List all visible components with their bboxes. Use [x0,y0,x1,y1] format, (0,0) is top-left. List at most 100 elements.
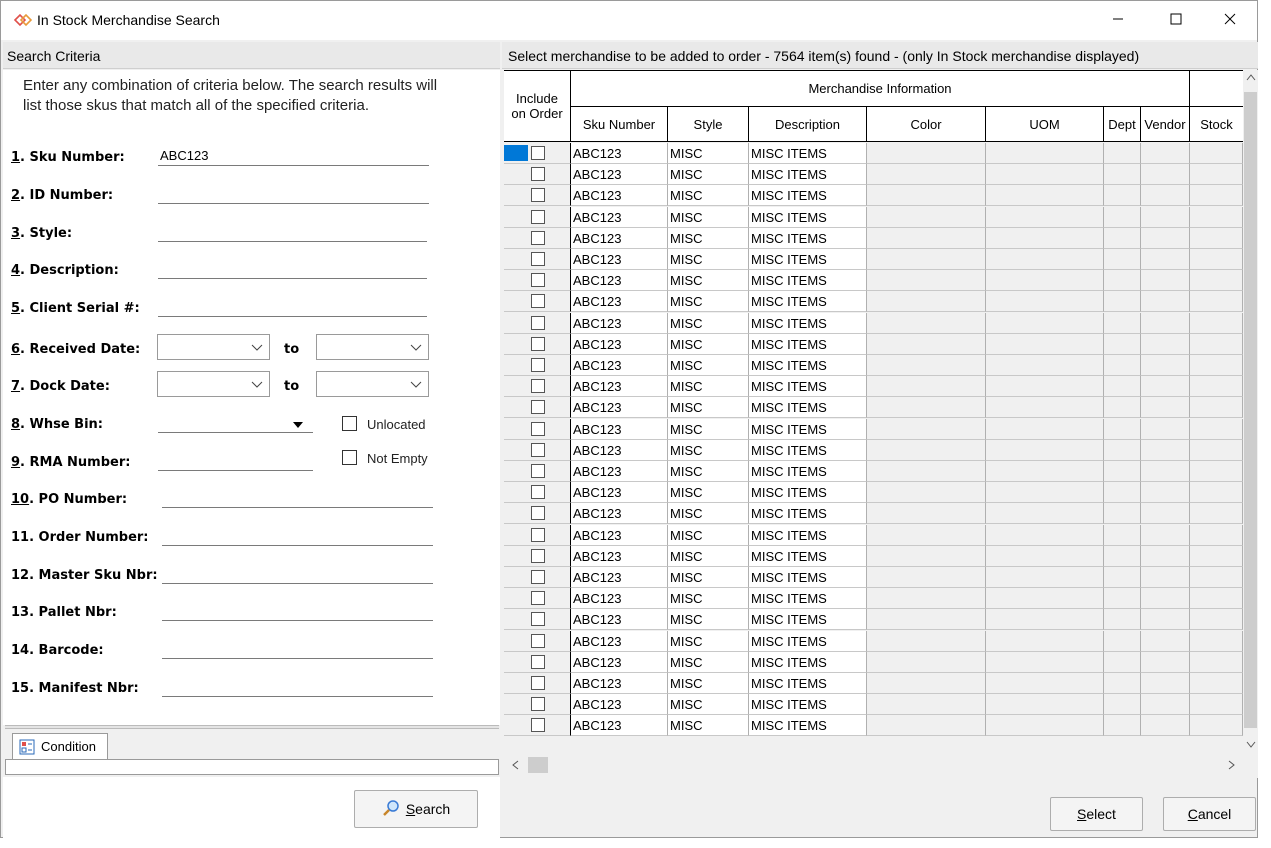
cell-sku-number[interactable]: ABC123 [571,228,668,249]
cell-stock[interactable] [1190,609,1243,630]
cell-vendor[interactable] [1141,207,1190,228]
cell-vendor[interactable] [1141,567,1190,588]
cell-dept[interactable] [1104,631,1141,652]
horizontal-scrollbar[interactable] [504,756,1243,774]
cell-stock[interactable] [1190,440,1243,461]
include-checkbox[interactable] [531,188,545,202]
cell-color[interactable] [867,376,986,397]
cell-vendor[interactable] [1141,376,1190,397]
include-cell[interactable] [504,503,571,524]
cell-color[interactable] [867,588,986,609]
cell-vendor[interactable] [1141,631,1190,652]
cell-vendor[interactable] [1141,482,1190,503]
cell-uom[interactable] [986,652,1104,673]
cell-color[interactable] [867,694,986,715]
cell-vendor[interactable] [1141,355,1190,376]
cell-stock[interactable] [1190,291,1243,312]
rma-number-input[interactable] [158,449,313,471]
cell-sku-number[interactable]: ABC123 [571,715,668,736]
cell-style[interactable]: MISC [668,652,749,673]
cell-description[interactable]: MISC ITEMS [749,313,867,334]
minimize-button[interactable] [1089,1,1147,40]
cell-style[interactable]: MISC [668,546,749,567]
cell-uom[interactable] [986,164,1104,185]
cell-uom[interactable] [986,694,1104,715]
cell-color[interactable] [867,652,986,673]
cell-uom[interactable] [986,143,1104,164]
cell-color[interactable] [867,185,986,206]
cell-color[interactable] [867,397,986,418]
cell-description[interactable]: MISC ITEMS [749,334,867,355]
manifest-nbr-input[interactable] [162,675,433,697]
cell-style[interactable]: MISC [668,609,749,630]
include-checkbox[interactable] [531,528,545,542]
cell-dept[interactable] [1104,694,1141,715]
cell-sku-number[interactable]: ABC123 [571,652,668,673]
cell-sku-number[interactable]: ABC123 [571,185,668,206]
cell-color[interactable] [867,673,986,694]
cell-stock[interactable] [1190,673,1243,694]
cell-sku-number[interactable]: ABC123 [571,588,668,609]
include-checkbox[interactable] [531,422,545,436]
cell-vendor[interactable] [1141,143,1190,164]
include-checkbox[interactable] [531,570,545,584]
style-input[interactable] [158,220,427,242]
cell-dept[interactable] [1104,270,1141,291]
cell-sku-number[interactable]: ABC123 [571,397,668,418]
cell-uom[interactable] [986,440,1104,461]
id-number-input[interactable] [158,182,429,204]
cell-stock[interactable] [1190,228,1243,249]
cell-sku-number[interactable]: ABC123 [571,249,668,270]
scroll-right-icon[interactable] [1228,760,1236,773]
cell-sku-number[interactable]: ABC123 [571,673,668,694]
cell-vendor[interactable] [1141,461,1190,482]
cell-stock[interactable] [1190,334,1243,355]
vertical-scrollbar[interactable] [1243,70,1258,756]
dock-date-to[interactable] [316,371,429,397]
cell-sku-number[interactable]: ABC123 [571,546,668,567]
include-checkbox[interactable] [531,506,545,520]
cell-description[interactable]: MISC ITEMS [749,440,867,461]
include-checkbox[interactable] [531,612,545,626]
whse-bin-combo[interactable] [158,411,313,433]
cell-sku-number[interactable]: ABC123 [571,355,668,376]
include-checkbox[interactable] [531,294,545,308]
cell-dept[interactable] [1104,440,1141,461]
cell-style[interactable]: MISC [668,164,749,185]
cell-sku-number[interactable]: ABC123 [571,525,668,546]
cell-description[interactable]: MISC ITEMS [749,609,867,630]
cell-color[interactable] [867,482,986,503]
cell-stock[interactable] [1190,270,1243,291]
cell-sku-number[interactable]: ABC123 [571,609,668,630]
include-cell[interactable] [504,249,571,270]
cell-vendor[interactable] [1141,694,1190,715]
cell-sku-number[interactable]: ABC123 [571,313,668,334]
include-cell[interactable] [504,631,571,652]
cell-color[interactable] [867,164,986,185]
cell-style[interactable]: MISC [668,397,749,418]
cell-dept[interactable] [1104,652,1141,673]
cell-vendor[interactable] [1141,440,1190,461]
include-cell[interactable] [504,609,571,630]
cell-sku-number[interactable]: ABC123 [571,631,668,652]
cell-dept[interactable] [1104,461,1141,482]
cell-color[interactable] [867,207,986,228]
cell-color[interactable] [867,525,986,546]
cell-uom[interactable] [986,313,1104,334]
include-cell[interactable] [504,291,571,312]
cell-description[interactable]: MISC ITEMS [749,249,867,270]
description-input[interactable] [158,257,427,279]
cell-style[interactable]: MISC [668,313,749,334]
cell-vendor[interactable] [1141,397,1190,418]
cell-style[interactable]: MISC [668,461,749,482]
unlocated-checkbox[interactable] [342,416,357,431]
include-checkbox[interactable] [531,231,545,245]
include-checkbox[interactable] [531,591,545,605]
include-cell[interactable] [504,270,571,291]
cell-style[interactable]: MISC [668,376,749,397]
cell-uom[interactable] [986,482,1104,503]
cell-color[interactable] [867,503,986,524]
received-date-to[interactable] [316,334,429,360]
cell-sku-number[interactable]: ABC123 [571,461,668,482]
cell-style[interactable]: MISC [668,503,749,524]
